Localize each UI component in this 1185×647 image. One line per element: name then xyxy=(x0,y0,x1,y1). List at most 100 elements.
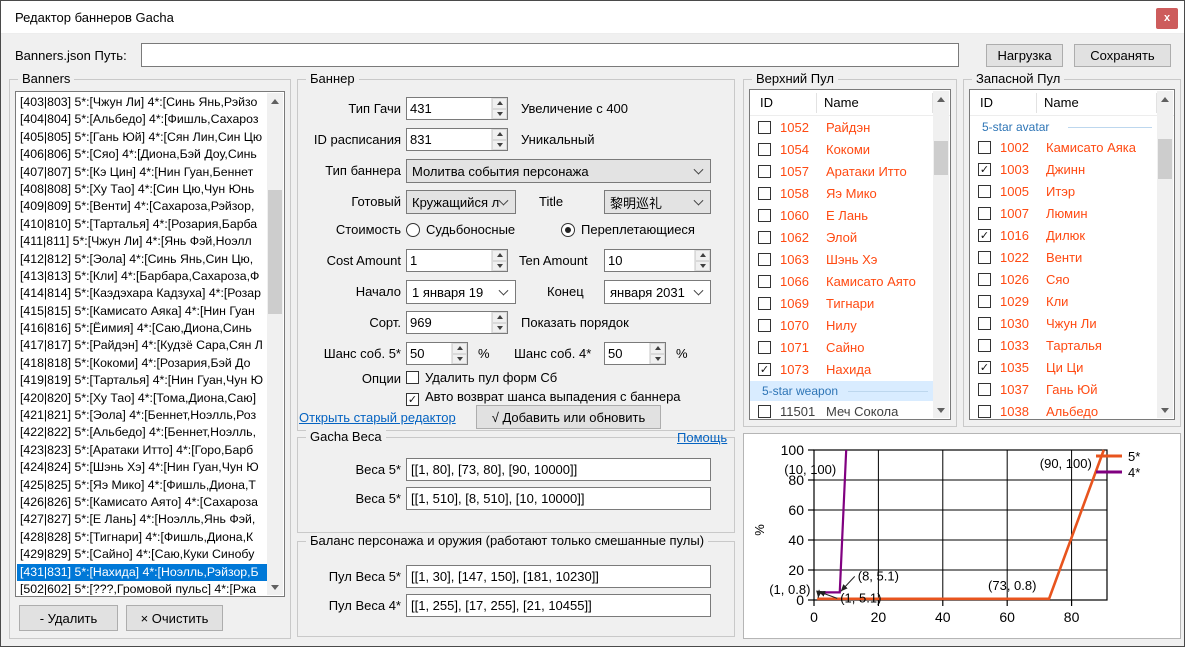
pool-row[interactable]: 1007Люмин xyxy=(970,203,1158,225)
path-input[interactable] xyxy=(141,43,959,67)
pool-row[interactable]: 1066Камисато Аято xyxy=(750,271,934,293)
spin-up-icon[interactable] xyxy=(452,343,467,354)
gacha-type-input[interactable] xyxy=(407,98,491,119)
close-icon[interactable]: x xyxy=(1156,8,1178,29)
checkbox-unchecked-icon[interactable] xyxy=(758,253,771,266)
scroll-down-icon[interactable] xyxy=(933,402,949,418)
pool-row[interactable]: 1026Сяо xyxy=(970,269,1158,291)
banners-scrollbar[interactable] xyxy=(267,93,283,595)
banner-list-item[interactable]: [410|810] 5*:[Тарталья] 4*:[Розария,Барб… xyxy=(17,216,267,233)
pool-row[interactable]: 1033Тарталья xyxy=(970,335,1158,357)
banner-list-item[interactable]: [406|806] 5*:[Сяо] 4*:[Диона,Бэй Доу,Син… xyxy=(17,146,267,163)
checkbox-checked-icon[interactable]: ✓ xyxy=(978,229,991,242)
banner-list-item[interactable]: [431|831] 5*:[Нахида] 4*:[Ноэлль,Рэйзор,… xyxy=(17,564,267,581)
ten-amount-stepper[interactable] xyxy=(604,249,711,272)
banner-list-item[interactable]: [411|811] 5*:[Чжун Ли] 4*:[Янь Фэй,Ноэлл xyxy=(17,233,267,250)
spin-down-icon[interactable] xyxy=(492,140,507,151)
reserve-pool-scrollbar[interactable] xyxy=(1157,91,1173,418)
sort-input[interactable] xyxy=(407,312,491,333)
chance4-stepper[interactable] xyxy=(604,342,666,365)
weights5-input-2[interactable] xyxy=(406,487,711,510)
schedule-id-input[interactable] xyxy=(407,129,491,150)
begin-date-picker[interactable]: 1 января 19 xyxy=(406,280,516,304)
spin-down-icon[interactable] xyxy=(452,354,467,365)
banner-list-item[interactable]: [413|813] 5*:[Кли] 4*:[Барбара,Сахароза,… xyxy=(17,268,267,285)
scroll-up-icon[interactable] xyxy=(933,91,949,107)
spin-up-icon[interactable] xyxy=(695,250,710,261)
upper-pool-scrollbar[interactable] xyxy=(933,91,949,418)
checkbox-unchecked-icon[interactable] xyxy=(758,209,771,222)
radio-unselected-icon[interactable] xyxy=(406,223,420,237)
end-date-picker[interactable]: января 2031 xyxy=(604,280,711,304)
banner-list-item[interactable]: [424|824] 5*:[Шэнь Хэ] 4*:[Нин Гуан,Чун … xyxy=(17,459,267,476)
banner-list-item[interactable]: [420|820] 5*:[Ху Тао] 4*:[Тома,Диона,Саю… xyxy=(17,390,267,407)
checkbox-unchecked-icon[interactable] xyxy=(758,121,771,134)
banner-list-item[interactable]: [418|818] 5*:[Кокоми] 4*:[Розария,Бэй До xyxy=(17,355,267,372)
pool-row[interactable]: 1029Кли xyxy=(970,291,1158,313)
checkbox-unchecked-icon[interactable] xyxy=(978,383,991,396)
pool-row[interactable]: 1063Шэнь Хэ xyxy=(750,249,934,271)
checkbox-unchecked-icon[interactable] xyxy=(758,297,771,310)
banner-list-item[interactable]: [428|828] 5*:[Тигнари] 4*:[Фишль,Диона,К xyxy=(17,529,267,546)
spin-up-icon[interactable] xyxy=(492,250,507,261)
banner-list-item[interactable]: [419|819] 5*:[Тарталья] 4*:[Нин Гуан,Чун… xyxy=(17,372,267,389)
banner-type-select[interactable]: Молитва события персонажа xyxy=(406,159,711,183)
checkbox-unchecked-icon[interactable] xyxy=(978,273,991,286)
sort-stepper[interactable] xyxy=(406,311,508,334)
banner-list-item[interactable]: [409|809] 5*:[Венти] 4*:[Сахароза,Рэйзор… xyxy=(17,198,267,215)
checkbox-unchecked-icon[interactable] xyxy=(758,187,771,200)
checkbox-unchecked-icon[interactable] xyxy=(978,251,991,264)
checkbox-unchecked-icon[interactable] xyxy=(978,141,991,154)
help-link[interactable]: Помощь xyxy=(677,430,727,445)
scroll-up-icon[interactable] xyxy=(1157,91,1173,107)
spin-down-icon[interactable] xyxy=(695,261,710,272)
banner-list-item[interactable]: [405|805] 5*:[Гань Юй] 4*:[Сян Лин,Син Ц… xyxy=(17,129,267,146)
spin-up-icon[interactable] xyxy=(492,312,507,323)
checkbox-unchecked-icon[interactable] xyxy=(978,207,991,220)
chance5-input[interactable] xyxy=(407,343,451,364)
banner-list-item[interactable]: [423|823] 5*:[Аратаки Итто] 4*:[Горо,Бар… xyxy=(17,442,267,459)
checkbox-unchecked-icon[interactable] xyxy=(758,275,771,288)
spin-down-icon[interactable] xyxy=(650,354,665,365)
pool-row[interactable]: ✓1073Нахида xyxy=(750,359,934,381)
spin-up-icon[interactable] xyxy=(650,343,665,354)
banner-list-item[interactable]: [502|602] 5*:[???,Громовой пульс] 4*:[Рж… xyxy=(17,581,267,595)
checkbox-unchecked-icon[interactable] xyxy=(978,295,991,308)
add-or-update-button[interactable]: √ Добавить или обновить xyxy=(476,405,661,429)
pool-row[interactable]: 1071Сайно xyxy=(750,337,934,359)
checkbox-unchecked-icon[interactable] xyxy=(758,143,771,156)
open-old-editor-link[interactable]: Открыть старый редактор xyxy=(299,410,456,425)
checkbox-unchecked-icon[interactable] xyxy=(978,405,991,418)
spin-up-icon[interactable] xyxy=(492,129,507,140)
pool-row[interactable]: 1069Тигнари xyxy=(750,293,934,315)
banner-list-item[interactable]: [408|808] 5*:[Ху Тао] 4*:[Син Цю,Чун Юнь xyxy=(17,181,267,198)
pool-row[interactable]: ✓1016Дилюк xyxy=(970,225,1158,247)
checkbox-unchecked-icon[interactable] xyxy=(978,185,991,198)
spin-down-icon[interactable] xyxy=(492,261,507,272)
pool-row[interactable]: 1037Гань Юй xyxy=(970,379,1158,401)
checkbox-unchecked-icon[interactable] xyxy=(978,317,991,330)
pool-row[interactable]: 1002Камисато Аяка xyxy=(970,137,1158,159)
chance5-stepper[interactable] xyxy=(406,342,468,365)
scrollbar-thumb[interactable] xyxy=(268,190,282,314)
pool-row[interactable]: 1058Яэ Мико xyxy=(750,183,934,205)
banner-list-item[interactable]: [429|829] 5*:[Сайно] 4*:[Саю,Куки Синобу xyxy=(17,546,267,563)
pool-row[interactable]: 1060Е Лань xyxy=(750,205,934,227)
prefab-select[interactable]: Кружащийся л xyxy=(406,190,516,214)
pool-row[interactable]: 1052Райдэн xyxy=(750,117,934,139)
banner-list-item[interactable]: [415|815] 5*:[Камисато Аяка] 4*:[Нин Гуа… xyxy=(17,303,267,320)
pool-row[interactable]: 11501Меч Сокола xyxy=(750,401,934,419)
banner-list-item[interactable]: [422|822] 5*:[Альбедо] 4*:[Беннет,Ноэлль… xyxy=(17,424,267,441)
pool-row[interactable]: 1057Аратаки Итто xyxy=(750,161,934,183)
scrollbar-thumb[interactable] xyxy=(934,141,948,175)
pool-weights5-input[interactable] xyxy=(406,565,711,588)
checkbox-unchecked-icon[interactable] xyxy=(758,165,771,178)
spin-down-icon[interactable] xyxy=(492,109,507,120)
save-button[interactable]: Сохранять xyxy=(1074,44,1171,67)
gacha-type-stepper[interactable] xyxy=(406,97,508,120)
pool-weights4-input[interactable] xyxy=(406,594,711,617)
pool-row[interactable]: 1005Итэр xyxy=(970,181,1158,203)
pool-row[interactable]: 1030Чжун Ли xyxy=(970,313,1158,335)
banner-list-item[interactable]: [416|816] 5*:[Ёимия] 4*:[Саю,Диона,Синь xyxy=(17,320,267,337)
checkbox-checked-icon[interactable]: ✓ xyxy=(978,361,991,374)
